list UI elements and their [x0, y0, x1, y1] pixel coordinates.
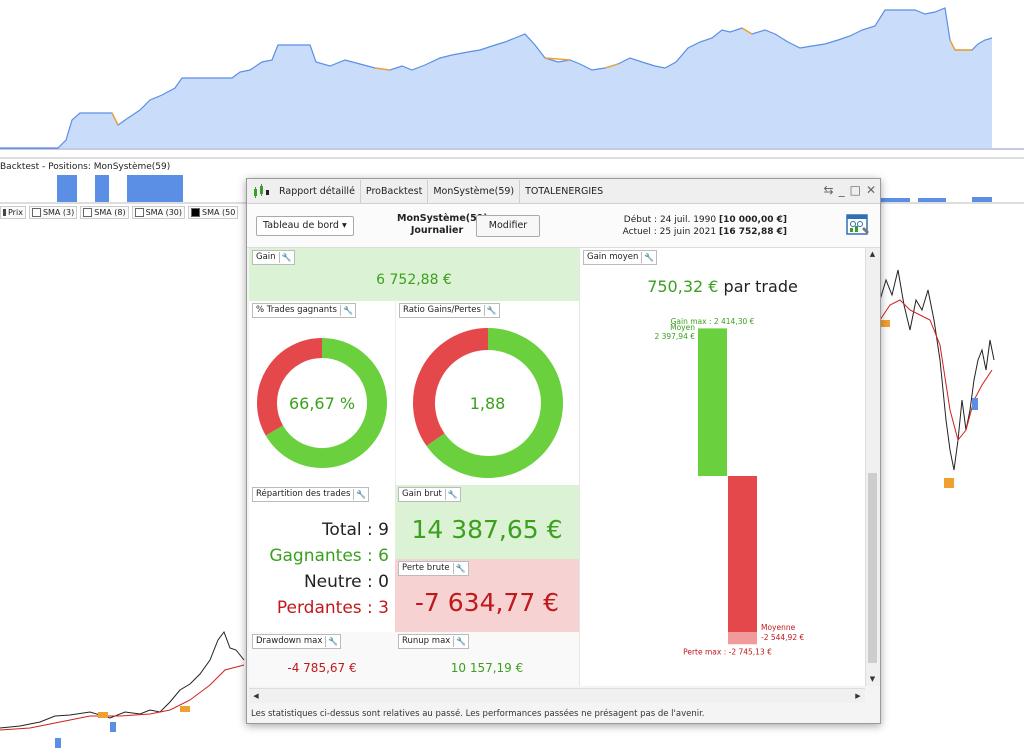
scroll-up-icon[interactable]: ▲: [868, 250, 877, 259]
modify-button[interactable]: Modifier: [476, 215, 540, 237]
win-rate-label[interactable]: % Trades gagnants 🔧: [252, 303, 356, 318]
dashboard-content: Gain 🔧 6 752,88 € % Trades gagnants 🔧 66…: [249, 248, 865, 686]
horizontal-scrollbar[interactable]: ◀ ▶: [249, 688, 865, 703]
avg-gain-bar-chart: Gain max : 2 414,30 € Moyen 2 397,94 € M…: [654, 317, 804, 656]
wrench-icon[interactable]: 🔧: [339, 305, 353, 316]
equity-curve-area: [0, 8, 992, 148]
system-info: MonSystème(59) Journalier: [397, 213, 488, 237]
candlestick-app-icon: [254, 184, 269, 198]
wrench-icon[interactable]: 🔧: [641, 252, 654, 263]
disclaimer-footer: Les statistiques ci-dessus sont relative…: [251, 709, 705, 719]
gross-gain-panel: Gain brut 🔧 14 387,65 €: [395, 485, 579, 559]
start-date: 24 juil. 1990: [659, 215, 717, 225]
avg-win-bar: [698, 329, 727, 476]
price-chart-right: [879, 269, 995, 488]
ratio-label[interactable]: Ratio Gains/Pertes 🔧: [399, 303, 500, 318]
scroll-down-icon[interactable]: ▼: [868, 675, 877, 684]
drawdown-value: -4 785,67 €: [287, 661, 357, 675]
avg-loss-bar: [728, 476, 757, 633]
wrench-icon[interactable]: 🔧: [353, 489, 366, 500]
gross-loss-panel: Perte brute 🔧 -7 634,77 €: [395, 559, 579, 632]
legend-item-sma8[interactable]: SMA (8): [80, 205, 129, 219]
minimize-icon[interactable]: _: [839, 182, 845, 198]
ratio-red-slice: [413, 328, 489, 446]
positions-panel-title: Backtest - Positions: MonSystème(59): [0, 161, 175, 174]
start-capital: [10 000,00 €]: [718, 215, 787, 225]
win-rate-panel: % Trades gagnants 🔧 66,67 %: [249, 301, 395, 485]
gross-loss-value: -7 634,77 €: [414, 588, 560, 617]
winning-trades: Gagnantes : 6: [269, 546, 389, 566]
drawdown-panel: Drawdown max 🔧 -4 785,67 €: [249, 632, 395, 686]
avg-win-label: Moyen: [670, 323, 695, 332]
tab-probacktest[interactable]: ProBacktest: [361, 179, 429, 203]
detailed-report-window: Rapport détaillé ProBacktest MonSystème(…: [246, 178, 881, 724]
vertical-scrollbar[interactable]: ▲ ▼: [865, 248, 880, 686]
scroll-left-icon[interactable]: ◀: [251, 691, 261, 701]
share-icon[interactable]: ⇆: [824, 182, 834, 198]
indicator-legend: Prix SMA (3) SMA (8) SMA (30) SMA (50: [0, 205, 239, 219]
wrench-icon[interactable]: 🔧: [278, 252, 292, 263]
ratio-value: 1,88: [469, 394, 506, 413]
maximize-icon[interactable]: □: [850, 182, 861, 198]
runup-panel: Runup max 🔧 10 157,19 €: [395, 632, 579, 686]
tab-detailed-report[interactable]: Rapport détaillé: [274, 179, 361, 203]
gross-gain-label[interactable]: Gain brut 🔧: [398, 487, 461, 502]
system-name: MonSystème(59): [397, 213, 488, 224]
system-period: Journalier: [410, 225, 464, 236]
drawdown-label[interactable]: Drawdown max 🔧: [252, 634, 342, 649]
avg-loss-value: -2 544,92 €: [761, 633, 804, 642]
gain-label[interactable]: Gain 🔧: [252, 250, 295, 265]
avg-gain-value: 750,32 €: [647, 277, 719, 296]
avg-gain-headline: 750,32 € par trade: [580, 277, 865, 296]
max-loss-label: Perte max : -2 745,13 €: [683, 647, 772, 656]
gross-loss-label[interactable]: Perte brute 🔧: [398, 561, 469, 576]
max-gain-bar: [698, 328, 727, 330]
wrench-icon[interactable]: 🔧: [452, 563, 466, 574]
wrench-icon[interactable]: 🔧: [325, 636, 338, 647]
tab-instrument[interactable]: TOTALENERGIES: [520, 180, 608, 203]
current-date: 25 juin 2021: [659, 227, 717, 237]
window-titlebar[interactable]: Rapport détaillé ProBacktest MonSystème(…: [247, 179, 880, 204]
wrench-icon[interactable]: 🔧: [483, 305, 497, 316]
scroll-thumb[interactable]: [868, 473, 877, 663]
gross-gain-value: 14 387,65 €: [411, 515, 563, 544]
chevron-down-icon: ▾: [341, 220, 347, 231]
total-trades: Total : 9: [321, 520, 389, 540]
win-rate-red-slice: [257, 338, 323, 436]
gain-value: 6 752,88 €: [376, 272, 452, 288]
price-chart-bottom: [0, 630, 245, 748]
neutral-trades: Neutre : 0: [303, 572, 389, 592]
avg-gain-panel: Gain moyen 🔧 750,32 € par trade Gain max…: [579, 248, 865, 686]
avg-win-value: 2 397,94 €: [654, 332, 695, 341]
date-range: Début : 24 juil. 1990 [10 000,00 €] Actu…: [622, 215, 787, 237]
report-toolbar: Tableau de bord ▾ MonSystème(59) Journal…: [247, 204, 880, 248]
losing-trades: Perdantes : 3: [276, 598, 389, 618]
scroll-right-icon[interactable]: ▶: [853, 691, 863, 701]
view-select-dropdown[interactable]: Tableau de bord ▾: [256, 216, 354, 236]
runup-label[interactable]: Runup max 🔧: [398, 634, 470, 649]
ratio-panel: Ratio Gains/Pertes 🔧 1,88: [395, 301, 579, 485]
legend-item-sma30[interactable]: SMA (30): [131, 205, 186, 219]
distribution-label[interactable]: Répartition des trades 🔧: [252, 487, 370, 502]
wrench-icon[interactable]: 🔧: [453, 636, 466, 647]
report-settings-icon[interactable]: [845, 212, 871, 238]
wrench-icon[interactable]: 🔧: [444, 489, 458, 500]
avg-gain-label[interactable]: Gain moyen 🔧: [583, 250, 658, 265]
distribution-panel: Répartition des trades 🔧 Total : 9 Gagna…: [249, 485, 395, 632]
tab-system[interactable]: MonSystème(59): [428, 179, 521, 203]
gain-panel: Gain 🔧 6 752,88 €: [249, 248, 579, 301]
avg-gain-suffix: par trade: [723, 277, 798, 296]
avg-loss-label: Moyenne: [761, 623, 796, 632]
runup-value: 10 157,19 €: [450, 661, 524, 675]
legend-item-sma50[interactable]: SMA (50: [188, 205, 239, 219]
current-capital: [16 752,88 €]: [718, 227, 787, 237]
legend-item-sma3[interactable]: SMA (3): [28, 205, 78, 219]
win-rate-value: 66,67 %: [288, 394, 356, 413]
close-icon[interactable]: ✕: [866, 182, 876, 198]
legend-item-price[interactable]: Prix: [0, 205, 26, 219]
max-loss-bar: [728, 632, 757, 645]
